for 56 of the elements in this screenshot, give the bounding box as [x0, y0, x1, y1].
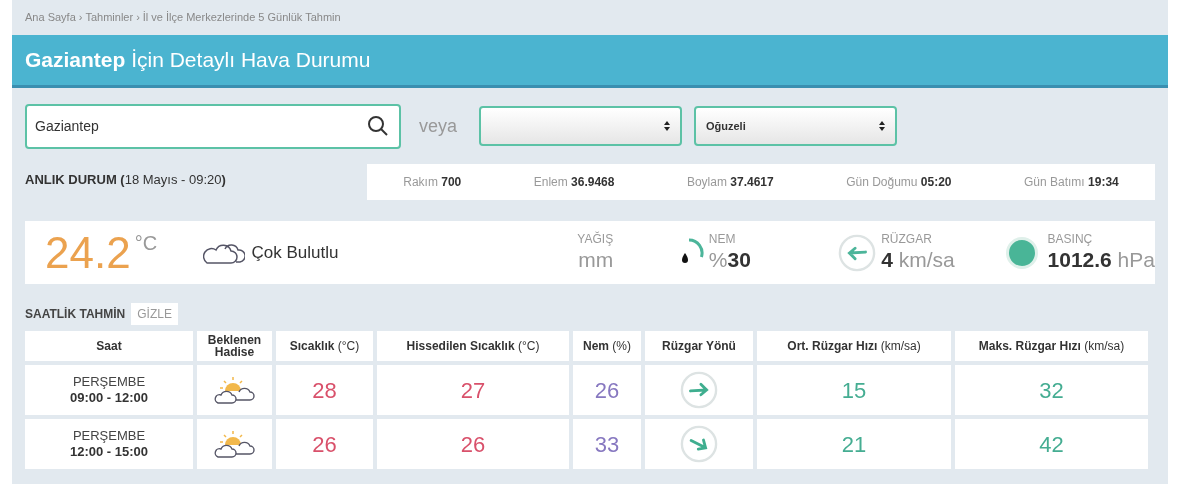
- select-arrows-icon: [879, 121, 885, 131]
- hide-button[interactable]: GİZLE: [131, 303, 178, 325]
- column-header: Saat: [25, 331, 193, 361]
- metric-label: NEM: [708, 231, 737, 247]
- metric-value: 4 km/sa: [881, 246, 955, 273]
- day-name: PERŞEMBE: [72, 373, 146, 390]
- partly-cloudy-icon: [213, 375, 256, 405]
- page-title: Gaziantep İçin Detaylı Hava Durumu: [25, 47, 371, 74]
- info-item: Enlem 36.9468: [533, 174, 615, 191]
- column-header: Sıcaklık (°C): [276, 331, 373, 361]
- current-temperature: 24.2: [45, 230, 131, 275]
- breadcrumb-link[interactable]: Ana Sayfa: [25, 9, 76, 26]
- time-range: 09:00 - 12:00: [69, 390, 149, 407]
- table-cell: 27: [377, 365, 569, 415]
- weather-condition: Çok Bulutlu: [251, 241, 339, 264]
- breadcrumb-separator: ›: [78, 10, 83, 26]
- table-cell: 26: [573, 365, 641, 415]
- table-cell: 21: [757, 419, 951, 469]
- current-status-heading: ANLIK DURUM (18 Mayıs - 09:20): [25, 171, 227, 189]
- column-header: Hissedilen Sıcaklık (°C): [377, 331, 569, 361]
- metric-value: mm: [578, 246, 614, 273]
- breadcrumb-separator: ›: [136, 10, 140, 26]
- select-arrows-icon: [664, 121, 670, 131]
- metric-label: YAĞIŞ: [577, 231, 614, 247]
- column-header: Nem (%): [573, 331, 641, 361]
- dropdown[interactable]: Oğuzeli: [694, 106, 897, 146]
- table-cell: 26: [377, 419, 569, 469]
- temperature-unit: °C: [134, 232, 158, 253]
- pressure-icon: [1005, 236, 1038, 269]
- info-item: Rakım 700: [403, 174, 462, 191]
- column-header: Maks. Rüzgar Hızı (km/sa): [955, 331, 1148, 361]
- metric-value: 1012.6 hPa: [1047, 246, 1155, 273]
- column-header: Rüzgar Yönü: [645, 331, 753, 361]
- column-header: Beklenen Hadise: [197, 331, 272, 361]
- section-heading: SAATLİK TAHMİN: [25, 306, 126, 323]
- table-cell: 42: [955, 419, 1148, 469]
- metric-label: BASINÇ: [1047, 231, 1094, 247]
- table-cell: 26: [276, 419, 373, 469]
- table-cell: 15: [757, 365, 951, 415]
- or-label: veya: [419, 114, 459, 138]
- info-item: Gün Batımı 19:34: [1024, 174, 1119, 191]
- search-icon[interactable]: [367, 114, 389, 137]
- day-name: PERŞEMBE: [72, 427, 146, 444]
- table-cell: 28: [276, 365, 373, 415]
- partly-cloudy-icon: [213, 429, 256, 459]
- info-item: Gün Doğumu 05:20: [846, 174, 952, 191]
- breadcrumb-link[interactable]: Tahminler: [85, 9, 134, 26]
- table-cell: 32: [955, 365, 1148, 415]
- info-item: Boylam 37.4617: [686, 174, 774, 191]
- column-header: Ort. Rüzgar Hızı (km/sa): [757, 331, 951, 361]
- search-field[interactable]: Gaziantep: [25, 103, 401, 149]
- metric-value: %30: [708, 246, 751, 273]
- time-range: 12:00 - 15:00: [69, 444, 149, 461]
- breadcrumb-link[interactable]: İl ve İlçe Merkezlerinde 5 Günlük Tahmin: [142, 9, 341, 26]
- table-cell: 33: [573, 419, 641, 469]
- metric-label: RÜZGAR: [881, 231, 933, 247]
